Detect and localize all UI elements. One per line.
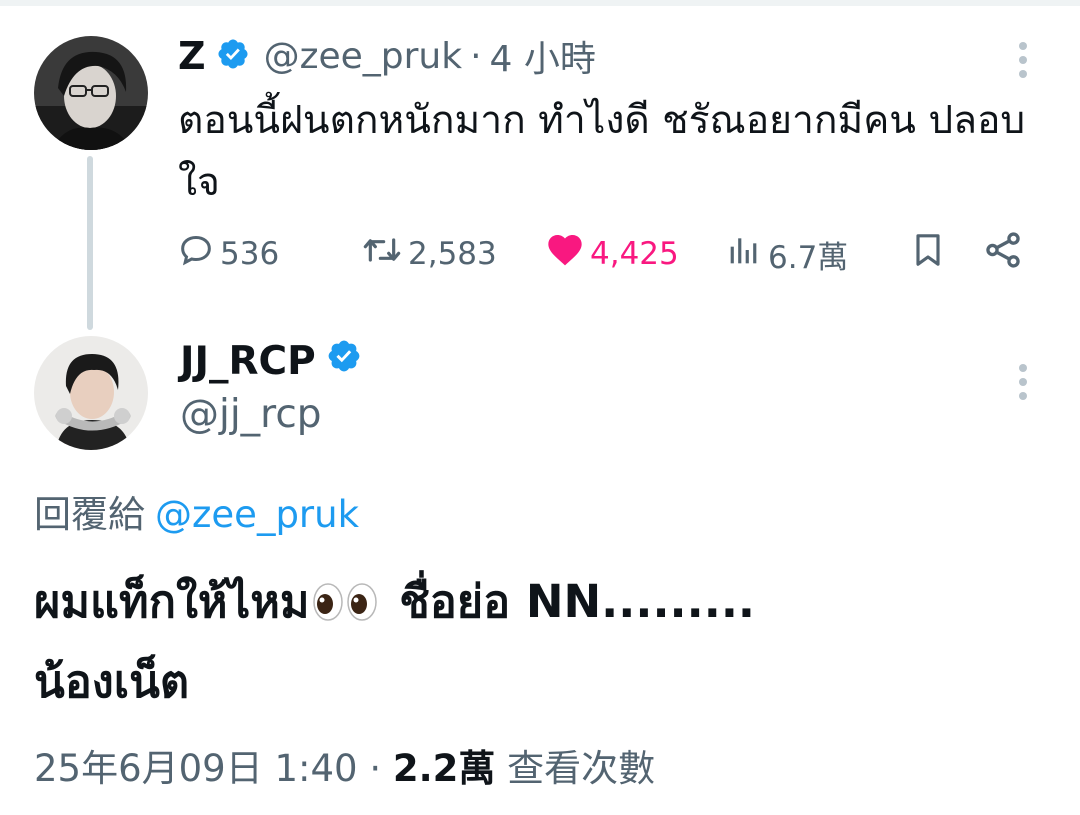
tweet2-author-name[interactable]: JJ_RCP bbox=[180, 339, 316, 384]
tweet2-text-line2: น้องเน็ต bbox=[34, 655, 190, 708]
tweet2-text-part2: ชื่อย่อ NN......... bbox=[383, 575, 756, 628]
share-button[interactable] bbox=[982, 228, 1028, 280]
tweet2-meta: 25年6月09日 1:40 · 2.2萬 查看次數 bbox=[34, 738, 655, 792]
replying-to-line: 回覆給 @zee_pruk bbox=[34, 484, 359, 538]
tweet2-date[interactable]: 25年6月09日 1:40 bbox=[34, 747, 358, 790]
reply-count: 536 bbox=[220, 236, 280, 272]
retweet-count: 2,583 bbox=[408, 236, 497, 272]
avatar-jj-rcp[interactable] bbox=[34, 336, 148, 450]
replying-to-link[interactable]: @zee_pruk bbox=[155, 493, 359, 536]
views-icon bbox=[724, 230, 768, 278]
tweet2-views-count: 2.2萬 bbox=[392, 747, 496, 790]
more-icon[interactable] bbox=[1018, 42, 1028, 78]
views-count: 6.7萬 bbox=[768, 239, 849, 276]
like-button[interactable]: 4,425 bbox=[544, 228, 679, 280]
tweet1-text: ตอนนี้ฝนตกหนักมาก ทำไงดี ชรัณอยากมีคน ปล… bbox=[178, 98, 1026, 205]
tweet1-action-bar: 536 2,583 4,425 6.7萬 bbox=[176, 228, 1028, 280]
like-count: 4,425 bbox=[590, 236, 679, 272]
separator-dot: · bbox=[369, 747, 382, 790]
bookmark-icon bbox=[908, 230, 952, 278]
tweet1-author-handle[interactable]: @zee_pruk bbox=[264, 36, 463, 77]
more-icon[interactable] bbox=[1018, 364, 1028, 400]
views-button[interactable]: 6.7萬 bbox=[724, 228, 848, 280]
tweet1-timestamp[interactable]: 4 小時 bbox=[490, 30, 596, 82]
thread-connector-line bbox=[87, 156, 93, 330]
retweet-button[interactable]: 2,583 bbox=[360, 228, 497, 280]
bookmark-button[interactable] bbox=[908, 228, 952, 280]
separator-dot: · bbox=[470, 35, 482, 77]
tweet2-text-part1: ผมแท็กให้ไหม bbox=[34, 575, 310, 628]
reply-button[interactable]: 536 bbox=[176, 228, 279, 280]
replying-to-label: 回覆給 bbox=[34, 493, 145, 536]
share-icon bbox=[982, 229, 1028, 279]
tweet2-text-line1: ผมแท็กให้ไหม ชื่อย่อ NN......... bbox=[34, 562, 1044, 642]
tweet1-author-name[interactable]: Z bbox=[178, 34, 206, 78]
tweet2-text: ผมแท็กให้ไหม ชื่อย่อ NN......... น้องเน็… bbox=[34, 562, 1044, 722]
heart-icon bbox=[544, 230, 590, 278]
avatar-zee-pruk[interactable] bbox=[34, 36, 148, 150]
eyes-emoji-icon bbox=[312, 582, 380, 622]
verified-badge-icon bbox=[326, 338, 362, 384]
tweet1-header: Z @zee_pruk · 4 小時 bbox=[178, 30, 596, 82]
top-divider bbox=[0, 0, 1080, 6]
tweet2-author-handle[interactable]: @jj_rcp bbox=[180, 392, 322, 437]
retweet-icon bbox=[360, 230, 408, 278]
reply-icon bbox=[176, 230, 220, 278]
verified-badge-icon bbox=[216, 37, 250, 75]
tweet2-author-name-row: JJ_RCP bbox=[180, 334, 362, 388]
tweet2-views-label: 查看次數 bbox=[507, 747, 656, 790]
